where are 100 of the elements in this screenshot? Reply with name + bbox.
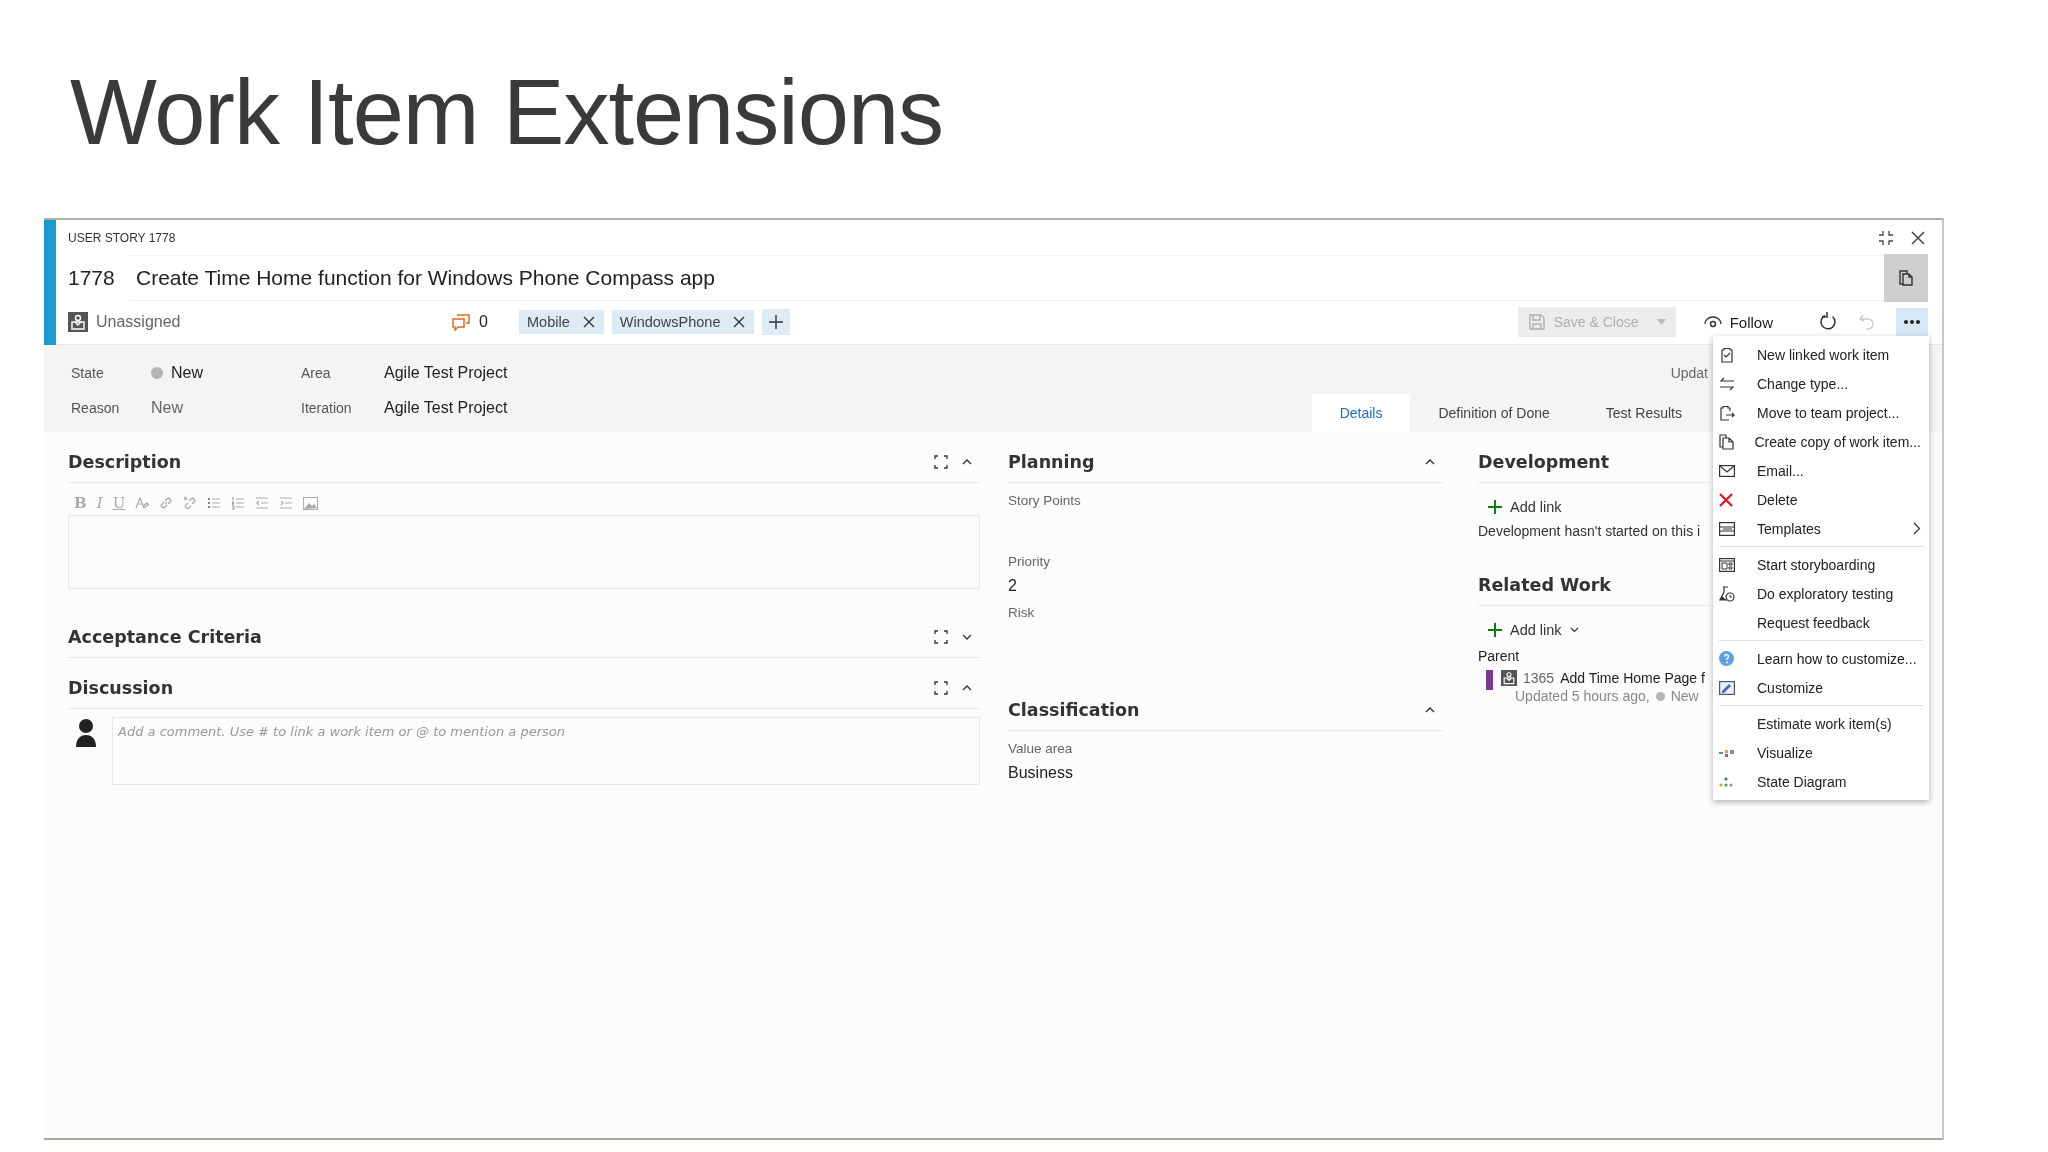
field-value[interactable]: Agile Test Project — [384, 398, 508, 417]
comments-icon[interactable] — [451, 313, 471, 331]
refresh-icon[interactable] — [1818, 312, 1838, 332]
clipboard-check-icon — [1719, 346, 1735, 363]
comment-field[interactable]: Add a comment. Use # to link a work item or @ to mention a person — [112, 717, 980, 785]
parent-link[interactable]: Add Time Home Page f — [1560, 670, 1705, 686]
comment-count: 0 — [479, 313, 488, 331]
menu-item[interactable]: Move to team project... — [1713, 398, 1929, 427]
tab[interactable]: Test Results — [1577, 394, 1710, 432]
field-label: Story Points — [1008, 493, 1082, 508]
menu-item[interactable]: Do exploratory testing — [1713, 579, 1929, 608]
copy-icon — [1719, 433, 1734, 450]
menu-item[interactable]: Estimate work item(s) — [1713, 709, 1929, 738]
maximize-icon[interactable] — [934, 681, 948, 695]
delete-icon — [1719, 492, 1733, 507]
field-label: State — [71, 364, 105, 381]
title-field[interactable]: Create Time Home function for Windows Phone Compass app — [130, 255, 1884, 301]
work-item-type: USER STORY 1778 — [68, 231, 176, 245]
development-note: Development hasn't started on this i — [1478, 523, 1702, 539]
storyboard-icon — [1719, 557, 1735, 572]
chevron-icon[interactable] — [1425, 458, 1435, 466]
link-group-label: Parent — [1478, 648, 1521, 664]
menu-item[interactable]: State Diagram — [1713, 767, 1929, 796]
clipboard-arrow-icon — [1719, 404, 1735, 421]
swap-arrows-icon — [1719, 376, 1735, 391]
parent-state: New — [1670, 688, 1699, 704]
tag[interactable]: WindowsPhone — [611, 310, 755, 334]
maximize-icon[interactable] — [934, 630, 948, 644]
plus-icon — [768, 314, 785, 330]
field-label: Risk — [1008, 605, 1036, 620]
updated-time: Updated 5 hours ago, — [1515, 688, 1650, 704]
state-dot — [1655, 691, 1665, 701]
section-title: Related Work — [1478, 575, 1611, 595]
font-color-icon[interactable] — [135, 496, 150, 510]
section-title: Classification — [1008, 700, 1140, 720]
bullet-list-icon[interactable] — [207, 496, 222, 510]
menu-item[interactable]: Templates — [1713, 514, 1929, 543]
flask-timer-icon — [1719, 585, 1735, 602]
collapse-icon[interactable] — [1878, 230, 1894, 246]
follow-button[interactable]: Follow — [1703, 313, 1773, 331]
eye-icon — [1703, 315, 1722, 329]
email-icon — [1719, 464, 1735, 477]
tab[interactable]: Details — [1311, 394, 1411, 432]
customize-icon — [1719, 680, 1735, 695]
chevron-icon[interactable] — [962, 633, 972, 641]
field-label: Area — [301, 364, 332, 381]
slide-title: Work Item Extensions — [69, 60, 945, 160]
menu-item[interactable]: Visualize — [1713, 738, 1929, 767]
work-item-id: 1778 — [68, 266, 116, 290]
field-label: Value area — [1008, 741, 1074, 756]
field-label: Priority — [1008, 554, 1051, 569]
menu-item[interactable]: Request feedback — [1713, 608, 1929, 637]
template-icon — [1719, 521, 1735, 536]
section-title: Planning — [1008, 452, 1095, 472]
section-title: Discussion — [68, 678, 174, 698]
ellipsis-icon — [1903, 319, 1921, 325]
menu-item[interactable]: Change type... — [1713, 369, 1929, 398]
field-value[interactable]: 2 — [1008, 577, 1443, 595]
section-title: Description — [68, 452, 182, 472]
menu-item[interactable]: Start storyboarding — [1713, 550, 1929, 579]
maximize-icon[interactable] — [934, 455, 948, 469]
plus-icon — [1488, 623, 1502, 637]
section-title: Development — [1478, 452, 1610, 472]
menu-item[interactable]: Email... — [1713, 456, 1929, 485]
assigned-to[interactable]: Unassigned — [68, 312, 451, 332]
user-story-icon — [1501, 670, 1517, 686]
menu-item[interactable]: Delete — [1713, 485, 1929, 514]
section-title: Acceptance Criteria — [68, 627, 262, 647]
tab[interactable]: Definition of Done — [1410, 394, 1578, 432]
more-actions-button[interactable] — [1896, 308, 1928, 336]
add-link-button[interactable]: Add link — [1478, 614, 1710, 646]
menu-item[interactable]: Learn how to customize... — [1713, 644, 1929, 673]
add-tag-button[interactable] — [762, 309, 791, 335]
updated-text: Updat — [1670, 365, 1708, 381]
field-label: Iteration — [301, 399, 353, 416]
field-value[interactable]: New — [151, 363, 203, 382]
user-icon — [68, 312, 88, 332]
field-value[interactable]: Agile Test Project — [384, 363, 508, 382]
menu-item[interactable]: Create copy of work item... — [1713, 427, 1929, 456]
field-value[interactable]: Business — [1008, 764, 1443, 782]
menu-item[interactable]: New linked work item — [1713, 340, 1929, 369]
add-link-button[interactable]: Add link — [1478, 491, 1710, 523]
chevron-icon[interactable] — [962, 684, 972, 692]
field-label: Reason — [71, 399, 121, 416]
chevron-icon[interactable] — [1425, 706, 1435, 714]
caret-icon — [1569, 627, 1579, 633]
chevron-icon[interactable] — [962, 458, 972, 466]
copy-button[interactable] — [1884, 254, 1928, 302]
tag[interactable]: Mobile — [519, 310, 604, 334]
state-diagram-icon — [1719, 776, 1735, 787]
remove-icon[interactable] — [732, 315, 747, 329]
menu-item[interactable]: Customize — [1713, 673, 1929, 702]
remove-icon[interactable] — [581, 315, 596, 329]
close-icon[interactable] — [1910, 230, 1926, 246]
visualize-icon — [1719, 747, 1735, 758]
plus-icon — [1488, 500, 1502, 514]
help-icon — [1719, 651, 1734, 666]
parent-id: 1365 — [1523, 670, 1555, 686]
field-value[interactable]: New — [151, 398, 183, 417]
copy-icon — [1897, 269, 1915, 287]
